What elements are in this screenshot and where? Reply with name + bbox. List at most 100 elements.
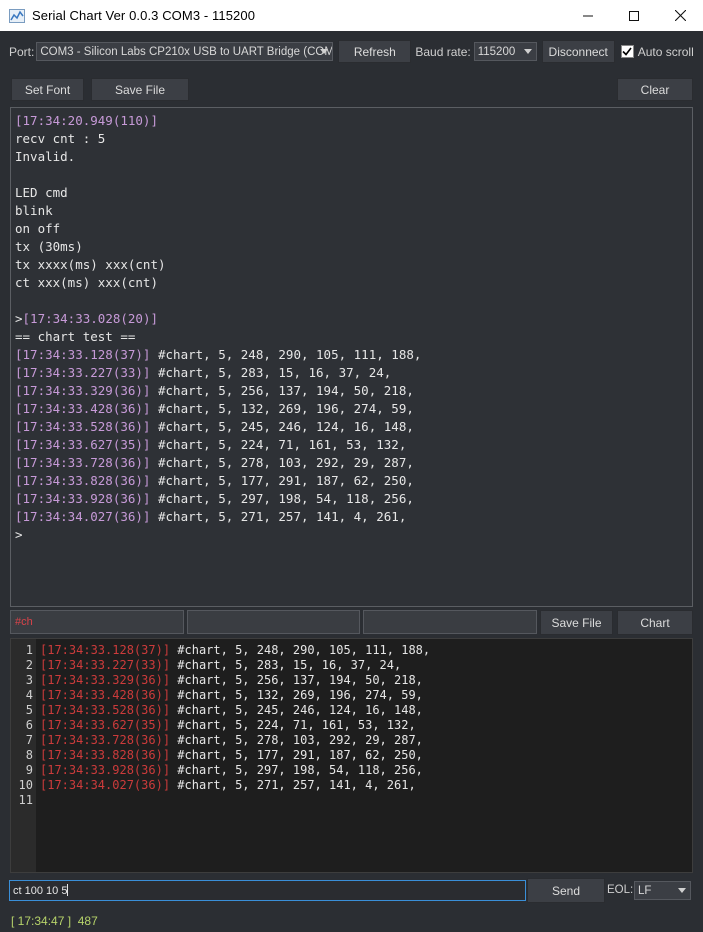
eol-select[interactable]: LF bbox=[634, 881, 691, 900]
close-button[interactable] bbox=[657, 0, 703, 31]
console-text: #chart, 5, 248, 290, 105, 111, 188, bbox=[150, 347, 422, 362]
editor-timestamp: [17:34:33.329(36)] bbox=[40, 673, 171, 687]
auto-scroll-checkbox[interactable] bbox=[620, 45, 634, 58]
console-line: [17:34:33.928(36)] #chart, 5, 297, 198, … bbox=[15, 490, 692, 508]
console-timestamp: [17:34:33.227(33)] bbox=[15, 365, 151, 380]
editor-line: 1 [17:34:33.128(37)] #chart, 5, 248, 290,… bbox=[11, 643, 430, 658]
send-button[interactable]: Send bbox=[527, 878, 605, 903]
line-number: 3 bbox=[25, 673, 33, 687]
line-number: 8 bbox=[25, 748, 33, 762]
console-text: tx xxxx(ms) xxx(cnt) bbox=[15, 257, 166, 272]
disconnect-button[interactable]: Disconnect bbox=[541, 40, 615, 63]
editor-line: 2 [17:34:33.227(33)] #chart, 5, 283, 15, … bbox=[11, 658, 401, 673]
command-input[interactable]: ct 100 10 5 bbox=[9, 880, 526, 901]
console-line: tx (30ms) bbox=[15, 238, 692, 256]
console-line: ct xxx(ms) xxx(cnt) bbox=[15, 274, 692, 292]
maximize-button[interactable] bbox=[611, 0, 657, 31]
editor-line: 7 [17:34:33.728(36)] #chart, 5, 278, 103,… bbox=[11, 733, 423, 748]
editor-code: [17:34:33.928(36)] #chart, 5, 297, 198, … bbox=[40, 763, 423, 778]
editor-line: 8 [17:34:33.828(36)] #chart, 5, 177, 291,… bbox=[11, 748, 423, 763]
app-chart-icon bbox=[9, 8, 25, 23]
console-timestamp: [17:34:33.128(37)] bbox=[15, 347, 151, 362]
editor-timestamp: [17:34:33.428(36)] bbox=[40, 688, 171, 702]
serial-console[interactable]: [17:34:20.949(110)] recv cnt : 5 Invalid. L… bbox=[10, 107, 693, 607]
save-file-button[interactable]: Save File bbox=[91, 78, 189, 101]
console-text: #chart, 5, 271, 257, 141, 4, 261, bbox=[150, 509, 407, 524]
console-timestamp: [17:34:33.828(36)] bbox=[15, 473, 151, 488]
console-line: > bbox=[15, 526, 692, 544]
console-line: LED cmd bbox=[15, 184, 692, 202]
filtered-output-editor[interactable]: 1 [17:34:33.128(37)] #chart, 5, 248, 290,… bbox=[10, 638, 693, 873]
chevron-down-icon bbox=[320, 49, 329, 54]
console-timestamp: [17:34:33.028(20)] bbox=[22, 311, 158, 326]
console-text: blink bbox=[15, 203, 53, 218]
clear-button[interactable]: Clear bbox=[617, 78, 693, 101]
editor-timestamp: [17:34:33.528(36)] bbox=[40, 703, 171, 717]
baud-rate-select[interactable]: 115200 bbox=[473, 42, 537, 61]
editor-text: #chart, 5, 132, 269, 196, 274, 59, bbox=[170, 688, 423, 702]
port-select-value: COM3 - Silicon Labs CP210x USB to UART B… bbox=[40, 45, 334, 58]
editor-timestamp: [17:34:33.928(36)] bbox=[40, 763, 171, 777]
console-timestamp: [17:34:33.428(36)] bbox=[15, 401, 151, 416]
console-line: blink bbox=[15, 202, 692, 220]
editor-text: #chart, 5, 245, 246, 124, 16, 148, bbox=[170, 703, 423, 717]
line-number: 7 bbox=[25, 733, 33, 747]
editor-text: #chart, 5, 177, 291, 187, 62, 250, bbox=[170, 748, 423, 762]
filter-input-3-value bbox=[364, 611, 536, 616]
console-line: [17:34:33.428(36)] #chart, 5, 132, 269, … bbox=[15, 400, 692, 418]
maximize-icon bbox=[629, 10, 639, 21]
editor-text: #chart, 5, 224, 71, 161, 53, 132, bbox=[170, 718, 416, 732]
console-text: #chart, 5, 256, 137, 194, 50, 218, bbox=[150, 383, 414, 398]
editor-line: 10 [17:34:34.027(36)] #chart, 5, 271, 257… bbox=[11, 778, 416, 793]
minimize-icon bbox=[583, 15, 593, 16]
status-bar: [ 17:34:47 ] 487 bbox=[11, 914, 98, 928]
console-text: #chart, 5, 224, 71, 161, 53, 132, bbox=[150, 437, 407, 452]
editor-text: #chart, 5, 271, 257, 141, 4, 261, bbox=[170, 778, 416, 792]
editor-code: [17:34:34.027(36)] #chart, 5, 271, 257, … bbox=[40, 778, 416, 793]
console-line: recv cnt : 5 bbox=[15, 130, 692, 148]
set-font-button[interactable]: Set Font bbox=[11, 78, 84, 101]
console-line: [17:34:33.329(36)] #chart, 5, 256, 137, … bbox=[15, 382, 692, 400]
console-line: Invalid. bbox=[15, 148, 692, 166]
console-timestamp: [17:34:33.528(36)] bbox=[15, 419, 151, 434]
filter-input-2[interactable] bbox=[187, 610, 360, 634]
console-line: [17:34:20.949(110)] bbox=[15, 112, 692, 130]
command-input-value: ct 100 10 5 bbox=[13, 885, 68, 897]
console-line: [17:34:33.828(36)] #chart, 5, 177, 291, … bbox=[15, 472, 692, 490]
editor-code: [17:34:33.329(36)] #chart, 5, 256, 137, … bbox=[40, 673, 423, 688]
editor-line: 9 [17:34:33.928(36)] #chart, 5, 297, 198,… bbox=[11, 763, 423, 778]
checkmark-icon bbox=[622, 47, 632, 56]
line-number: 6 bbox=[25, 718, 33, 732]
editor-text: #chart, 5, 256, 137, 194, 50, 218, bbox=[170, 673, 423, 687]
filter-input-2-value bbox=[188, 611, 359, 616]
filter-input-1-value: #ch bbox=[15, 616, 33, 628]
filter-input-3[interactable] bbox=[363, 610, 537, 634]
filter-input-1[interactable]: #ch bbox=[10, 610, 184, 634]
line-number: 11 bbox=[18, 793, 33, 807]
console-timestamp: [17:34:33.928(36)] bbox=[15, 491, 151, 506]
console-text: LED cmd bbox=[15, 185, 68, 200]
console-timestamp: [17:34:33.627(35)] bbox=[15, 437, 151, 452]
minimize-button[interactable] bbox=[565, 0, 611, 31]
eol-select-value: LF bbox=[638, 884, 652, 897]
port-select[interactable]: COM3 - Silicon Labs CP210x USB to UART B… bbox=[36, 42, 334, 61]
refresh-button[interactable]: Refresh bbox=[338, 40, 412, 63]
console-line: [17:34:33.528(36)] #chart, 5, 245, 246, … bbox=[15, 418, 692, 436]
baud-rate-label: Baud rate: bbox=[415, 44, 471, 59]
editor-code: [17:34:33.227(33)] #chart, 5, 283, 15, 1… bbox=[40, 658, 401, 673]
console-line: [17:34:33.227(33)] #chart, 5, 283, 15, 1… bbox=[15, 364, 692, 382]
editor-timestamp: [17:34:33.627(35)] bbox=[40, 718, 171, 732]
console-text: ct xxx(ms) xxx(cnt) bbox=[15, 275, 158, 290]
connection-toolbar: Port: COM3 - Silicon Labs CP210x USB to … bbox=[0, 40, 703, 63]
editor-code: [17:34:33.728(36)] #chart, 5, 278, 103, … bbox=[40, 733, 423, 748]
editor-code: [17:34:33.128(37)] #chart, 5, 248, 290, … bbox=[40, 643, 430, 658]
chart-button[interactable]: Chart bbox=[617, 610, 693, 635]
status-time: [ 17:34:47 ] bbox=[11, 914, 72, 928]
editor-line: 3 [17:34:33.329(36)] #chart, 5, 256, 137,… bbox=[11, 673, 423, 688]
console-text: #chart, 5, 283, 15, 16, 37, 24, bbox=[150, 365, 392, 380]
filter-save-file-button[interactable]: Save File bbox=[540, 610, 613, 635]
line-number: 10 bbox=[18, 778, 33, 792]
console-text: Invalid. bbox=[15, 149, 76, 164]
